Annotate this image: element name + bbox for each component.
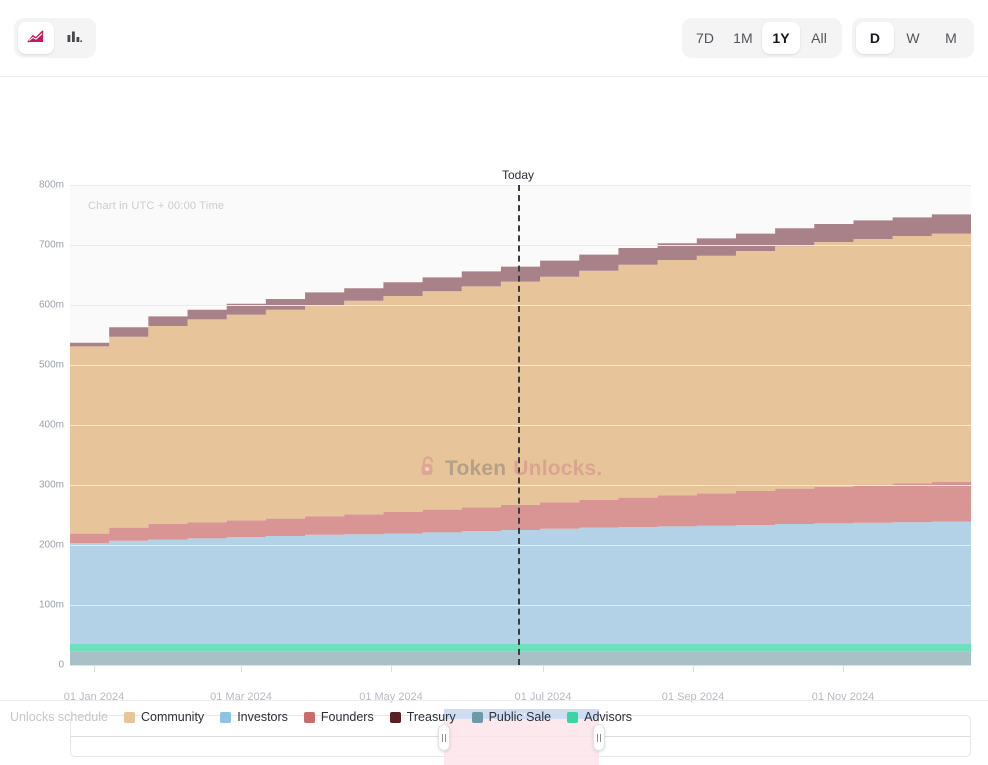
x-axis-tick-mark <box>241 666 242 672</box>
legend-title: Unlocks schedule <box>10 710 108 724</box>
area-chart-type-button[interactable] <box>18 22 54 54</box>
x-axis-tick-mark <box>543 666 544 672</box>
legend-item-community[interactable]: Community <box>124 710 204 724</box>
y-axis-tick-label: 500m <box>4 360 64 371</box>
gridline <box>70 545 971 546</box>
legend-swatch-treasury <box>390 712 401 723</box>
series-area-investors <box>70 522 971 644</box>
legend-label-treasury: Treasury <box>407 710 456 724</box>
legend-swatch-community <box>124 712 135 723</box>
legend-label-investors: Investors <box>237 710 288 724</box>
chart-type-toggle-group <box>14 18 96 58</box>
interval-button-week[interactable]: W <box>894 22 932 54</box>
legend-swatch-investors <box>220 712 231 723</box>
x-axis-tick-mark <box>843 666 844 672</box>
interval-button-day[interactable]: D <box>856 22 894 54</box>
y-axis-tick-label: 0 <box>4 660 64 671</box>
unlocks-chart: 0100m200m300m400m500m600m700m800m 01 Jan… <box>0 77 988 697</box>
gridline <box>70 425 971 426</box>
y-axis-tick-label: 700m <box>4 240 64 251</box>
series-area-advisors <box>70 644 971 652</box>
gridline <box>70 185 971 186</box>
plot-area[interactable] <box>70 185 971 665</box>
today-marker-label: Today <box>502 168 534 182</box>
y-axis-tick-label: 400m <box>4 420 64 431</box>
legend-swatch-public-sale <box>472 712 483 723</box>
range-button-1m[interactable]: 1M <box>724 22 762 54</box>
y-axis-tick-label: 300m <box>4 480 64 491</box>
gridline <box>70 605 971 606</box>
area-chart-icon <box>27 28 45 49</box>
y-axis-tick-label: 800m <box>4 180 64 191</box>
interval-button-month[interactable]: M <box>932 22 970 54</box>
time-range-group: 7D 1M 1Y All <box>682 18 842 58</box>
legend-item-public-sale[interactable]: Public Sale <box>472 710 552 724</box>
y-axis-tick-label: 200m <box>4 540 64 551</box>
bar-chart-type-button[interactable] <box>56 22 92 54</box>
y-axis-tick-label: 100m <box>4 600 64 611</box>
legend-item-treasury[interactable]: Treasury <box>390 710 456 724</box>
series-area-public-sale <box>70 652 971 665</box>
utc-note: Chart in UTC + 00:00 Time <box>88 200 224 212</box>
legend-label-founders: Founders <box>321 710 374 724</box>
x-axis-line <box>70 665 971 666</box>
legend-label-community: Community <box>141 710 204 724</box>
legend-swatch-advisors <box>567 712 578 723</box>
range-controls: 7D 1M 1Y All D W M <box>682 18 974 58</box>
chart-legend: Unlocks schedule Community Investors Fou… <box>0 700 988 733</box>
range-button-7d[interactable]: 7D <box>686 22 724 54</box>
chart-toolbar: 7D 1M 1Y All D W M <box>0 0 988 77</box>
legend-swatch-founders <box>304 712 315 723</box>
interval-group: D W M <box>852 18 974 58</box>
gridline <box>70 485 971 486</box>
gridline <box>70 305 971 306</box>
x-axis-tick-mark <box>693 666 694 672</box>
x-axis-tick-mark <box>94 666 95 672</box>
bar-chart-icon <box>65 28 83 49</box>
legend-label-advisors: Advisors <box>584 710 632 724</box>
range-button-1y[interactable]: 1Y <box>762 22 800 54</box>
gridline <box>70 365 971 366</box>
gridline <box>70 245 971 246</box>
legend-item-founders[interactable]: Founders <box>304 710 374 724</box>
legend-item-investors[interactable]: Investors <box>220 710 288 724</box>
legend-item-advisors[interactable]: Advisors <box>567 710 632 724</box>
range-button-all[interactable]: All <box>800 22 838 54</box>
y-axis-tick-label: 600m <box>4 300 64 311</box>
x-axis-tick-mark <box>391 666 392 672</box>
legend-label-public-sale: Public Sale <box>489 710 552 724</box>
today-marker-line <box>518 185 520 665</box>
